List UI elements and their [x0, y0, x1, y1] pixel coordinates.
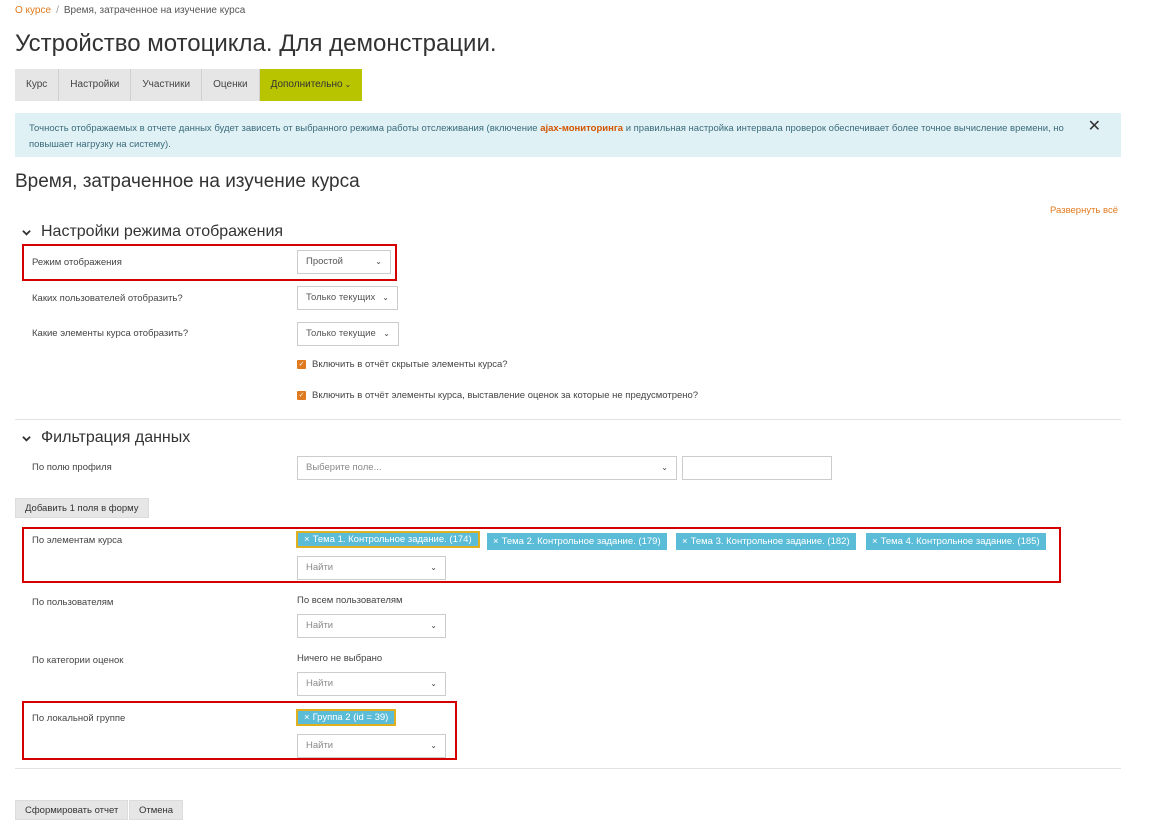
- users-display-label: Каких пользователей отобразить?: [32, 293, 183, 304]
- expand-all-link[interactable]: Развернуть всё: [1050, 205, 1118, 216]
- elements-display-value: Только текущие: [306, 328, 376, 339]
- chevron-down-icon: [22, 229, 31, 236]
- alert-highlight: ajax-мониторинга: [540, 123, 624, 134]
- remove-icon: ×: [304, 534, 310, 545]
- course-elements-label: По элементам курса: [32, 535, 123, 546]
- profile-value-input[interactable]: [682, 456, 832, 480]
- tab-settings[interactable]: Настройки: [59, 69, 132, 101]
- chevron-down-icon: ⌄: [430, 621, 437, 630]
- chevron-down-icon: ⌄: [383, 329, 390, 338]
- include-hidden-checkbox[interactable]: ✓ Включить в отчёт скрытые элементы курса…: [297, 359, 508, 370]
- course-elements-search[interactable]: Найти ⌄: [297, 556, 446, 580]
- include-hidden-label: Включить в отчёт скрытые элементы курса?: [312, 359, 508, 370]
- chevron-down-icon: ⌄: [382, 293, 389, 302]
- search-placeholder: Найти: [306, 620, 334, 631]
- display-mode-value: Простой: [306, 256, 343, 267]
- breadcrumb-separator: /: [56, 5, 59, 16]
- tab-more-label: Дополнительно: [270, 79, 343, 90]
- include-ungraded-checkbox[interactable]: ✓ Включить в отчёт элементы курса, выстав…: [297, 390, 698, 401]
- tab-grades[interactable]: Оценки: [202, 69, 260, 101]
- course-nav-tabs: Курс Настройки Участники Оценки Дополнит…: [15, 69, 363, 101]
- filter-section-header[interactable]: Фильтрация данных: [22, 429, 190, 447]
- tab-participants[interactable]: Участники: [131, 69, 203, 101]
- selected-element-tag[interactable]: × Тема 2. Контрольное задание. (179): [487, 533, 667, 550]
- chevron-down-icon: ⌄: [661, 463, 668, 472]
- breadcrumb: О курсе / Время, затраченное на изучение к…: [15, 5, 245, 16]
- remove-icon: ×: [493, 536, 499, 547]
- close-icon[interactable]: ✕: [1088, 119, 1101, 135]
- divider: [15, 419, 1121, 420]
- tag-label: Группа 2 (id = 39): [312, 712, 389, 723]
- breadcrumb-course-link[interactable]: О курсе: [15, 5, 51, 16]
- search-placeholder: Найти: [306, 740, 334, 751]
- generate-report-button[interactable]: Сформировать отчет: [15, 800, 129, 820]
- grade-category-label: По категории оценок: [32, 655, 124, 666]
- display-mode-select[interactable]: Простой ⌄: [297, 250, 391, 274]
- search-placeholder: Найти: [306, 562, 334, 573]
- local-group-label: По локальной группе: [32, 713, 126, 724]
- alert-text-before: Точность отображаемых в отчете данных бу…: [29, 123, 541, 134]
- remove-icon: ×: [872, 536, 878, 547]
- include-ungraded-label: Включить в отчёт элементы курса, выставл…: [312, 390, 699, 401]
- tab-more[interactable]: Дополнительно ⌄: [259, 69, 363, 101]
- chevron-down-icon: ⌄: [430, 679, 437, 688]
- elements-display-label: Какие элементы курса отобразить?: [32, 328, 189, 339]
- elements-display-select[interactable]: Только текущие ⌄: [297, 322, 399, 346]
- users-filter-current: По всем пользователям: [297, 595, 403, 606]
- users-filter-search[interactable]: Найти ⌄: [297, 614, 446, 638]
- remove-icon: ×: [304, 712, 310, 723]
- remove-icon: ×: [682, 536, 688, 547]
- display-mode-label: Режим отображения: [32, 257, 122, 268]
- local-group-search[interactable]: Найти ⌄: [297, 734, 446, 758]
- cancel-button[interactable]: Отмена: [129, 800, 184, 820]
- section-title: Настройки режима отображения: [41, 223, 284, 240]
- display-settings-header[interactable]: Настройки режима отображения: [22, 223, 283, 241]
- profile-field-label: По полю профиля: [32, 462, 112, 473]
- tag-label: Тема 1. Контрольное задание. (174): [312, 534, 472, 545]
- tag-label: Тема 3. Контрольное задание. (182): [690, 536, 850, 547]
- search-placeholder: Найти: [306, 678, 334, 689]
- tag-label: Тема 2. Контрольное задание. (179): [501, 536, 661, 547]
- chevron-down-icon: [22, 435, 31, 442]
- users-display-value: Только текущих: [306, 292, 376, 303]
- section-title: Фильтрация данных: [41, 429, 191, 446]
- breadcrumb-current: Время, затраченное на изучение курса: [63, 5, 246, 16]
- profile-field-placeholder: Выберите поле...: [306, 462, 382, 473]
- chevron-down-icon: ⌄: [430, 741, 437, 750]
- tab-course[interactable]: Курс: [15, 69, 60, 101]
- report-heading: Время, затраченное на изучение курса: [15, 171, 360, 192]
- checkbox-checked-icon: ✓: [297, 360, 306, 369]
- grade-category-search[interactable]: Найти ⌄: [297, 672, 446, 696]
- divider: [15, 768, 1121, 769]
- grade-category-current: Ничего не выбрано: [297, 653, 383, 664]
- page-title: Устройство мотоцикла. Для демонстрации.: [15, 30, 497, 57]
- users-display-select[interactable]: Только текущих ⌄: [297, 286, 398, 310]
- selected-element-tag[interactable]: × Тема 1. Контрольное задание. (174): [296, 531, 480, 548]
- selected-group-tag[interactable]: × Группа 2 (id = 39): [296, 709, 397, 726]
- chevron-down-icon: ⌄: [344, 80, 352, 89]
- selected-element-tag[interactable]: × Тема 4. Контрольное задание. (185): [866, 533, 1046, 550]
- users-filter-label: По пользователям: [32, 597, 114, 608]
- checkbox-checked-icon: ✓: [297, 391, 306, 400]
- profile-field-select[interactable]: Выберите поле... ⌄: [297, 456, 677, 480]
- chevron-down-icon: ⌄: [430, 563, 437, 572]
- info-alert: Точность отображаемых в отчете данных бу…: [15, 113, 1121, 157]
- tag-label: Тема 4. Контрольное задание. (185): [880, 536, 1040, 547]
- chevron-down-icon: ⌄: [375, 257, 382, 266]
- add-field-button[interactable]: Добавить 1 поля в форму: [15, 498, 149, 518]
- selected-element-tag[interactable]: × Тема 3. Контрольное задание. (182): [676, 533, 856, 550]
